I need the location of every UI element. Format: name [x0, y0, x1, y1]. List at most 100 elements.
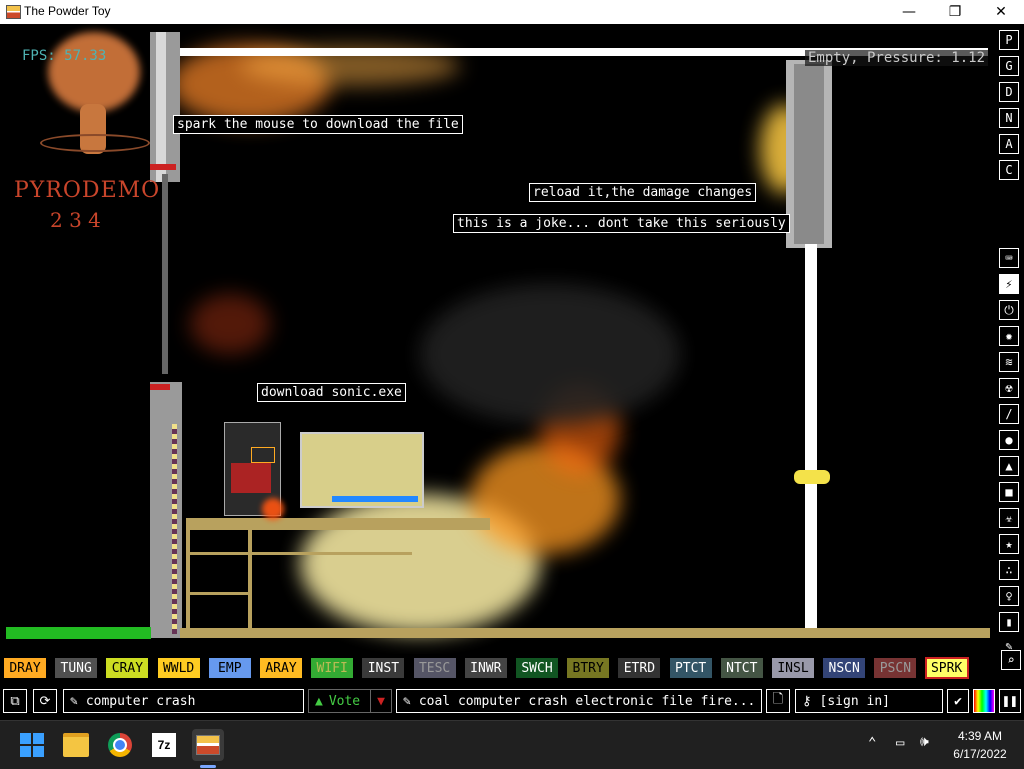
- element-button-etrd[interactable]: ETRD: [617, 657, 662, 679]
- element-button-ntct[interactable]: NTCT: [719, 657, 764, 679]
- right-block-inner: [794, 64, 824, 244]
- striped-wire: [172, 424, 177, 634]
- pause-icon[interactable]: ❚❚: [999, 689, 1021, 713]
- mushroom-ring: [40, 134, 150, 152]
- sign-joke[interactable]: this is a joke... dont take this serious…: [453, 214, 790, 233]
- sign-download-sonic[interactable]: download sonic.exe: [257, 383, 406, 402]
- downvote-icon[interactable]: ▼: [370, 689, 392, 713]
- drawer-line: [190, 592, 248, 595]
- menu-button-c[interactable]: C: [999, 160, 1019, 180]
- clock-date[interactable]: 6/17/2022: [940, 747, 1020, 761]
- clock-time[interactable]: 4:39 AM: [940, 729, 1020, 743]
- 7zip-icon[interactable]: 7z: [148, 729, 180, 761]
- left-lower-wall: [150, 382, 182, 638]
- brush-icon[interactable]: /: [999, 404, 1019, 424]
- tag-icon: ✎: [403, 693, 411, 709]
- 7zip-label: 7z: [152, 733, 176, 757]
- new-file-icon[interactable]: 🗋: [766, 689, 790, 713]
- upvote-icon: ▲: [315, 693, 323, 709]
- green-strip: [6, 627, 151, 639]
- open-save-icon[interactable]: ⧉: [3, 689, 27, 713]
- element-button-ptct[interactable]: PTCT: [668, 657, 713, 679]
- element-button-wifi[interactable]: WIFI: [310, 657, 355, 679]
- nuclear-icon[interactable]: ☢: [999, 378, 1019, 398]
- desk-top: [186, 518, 490, 530]
- yellow-sparks: [794, 470, 830, 484]
- sign-in-label: [sign in]: [819, 693, 890, 709]
- element-button-inwr[interactable]: INWR: [463, 657, 508, 679]
- keyboard-icon[interactable]: ⌨: [999, 248, 1019, 268]
- desk-leg: [248, 530, 252, 630]
- element-button-tung[interactable]: TUNG: [54, 657, 99, 679]
- tags-text: coal computer crash electronic file fire…: [418, 693, 756, 709]
- element-button-wwld[interactable]: WWLD: [156, 657, 201, 679]
- maximize-button[interactable]: ❐: [932, 0, 978, 24]
- network-icon[interactable]: ▭: [896, 735, 904, 751]
- gas-icon[interactable]: ≋: [999, 352, 1019, 372]
- key-icon: ⚷: [802, 693, 812, 709]
- bulb-icon[interactable]: ♀: [999, 586, 1019, 606]
- red-stripe: [150, 164, 176, 170]
- menu-button-p[interactable]: P: [999, 30, 1019, 50]
- chevron-up-icon[interactable]: ⌃: [868, 735, 876, 751]
- menu-button-n[interactable]: N: [999, 108, 1019, 128]
- window-title: The Powder Toy: [24, 4, 111, 18]
- element-button-pscn[interactable]: PSCN: [873, 657, 918, 679]
- radiation-icon[interactable]: ☣: [999, 508, 1019, 528]
- pressure-status: Empty, Pressure: 1.12: [805, 50, 989, 66]
- right-wall: [805, 244, 817, 628]
- solid-icon[interactable]: ■: [999, 482, 1019, 502]
- menu-button-d[interactable]: D: [999, 82, 1019, 102]
- element-button-insl[interactable]: INSL: [771, 657, 815, 679]
- reload-icon[interactable]: ⟳: [33, 689, 57, 713]
- chrome-icon[interactable]: [104, 729, 136, 761]
- drawer-line: [190, 552, 248, 555]
- display-mode-icon[interactable]: [973, 689, 995, 713]
- element-button-nscn[interactable]: NSCN: [822, 657, 867, 679]
- element-button-inst[interactable]: INST: [361, 657, 406, 679]
- close-button[interactable]: ✕: [978, 0, 1024, 24]
- left-wire: [162, 174, 168, 374]
- element-button-cray[interactable]: CRAY: [105, 657, 150, 679]
- minimize-button[interactable]: —: [886, 0, 932, 24]
- drawer-line: [252, 552, 412, 555]
- settings-icon[interactable]: ✔: [947, 689, 969, 713]
- volume-icon[interactable]: 🕪: [920, 734, 929, 750]
- menu-button-g[interactable]: G: [999, 56, 1019, 76]
- plug-icon[interactable]: ⚡: [999, 274, 1019, 294]
- save-name-field[interactable]: ✎ computer crash: [63, 689, 304, 713]
- bookmark-icon[interactable]: ▮: [999, 612, 1019, 632]
- sign-in-button[interactable]: ⚷ [sign in]: [795, 689, 943, 713]
- particles-icon[interactable]: ∴: [999, 560, 1019, 580]
- element-button-btry[interactable]: BTRY: [566, 657, 611, 679]
- liquid-icon[interactable]: ●: [999, 430, 1019, 450]
- fire-glow: [190, 294, 270, 354]
- flame: [262, 498, 284, 520]
- element-button-tesc[interactable]: TESC: [412, 657, 457, 679]
- power-icon[interactable]: ⏻: [999, 300, 1019, 320]
- sign-reload[interactable]: reload it,the damage changes: [529, 183, 757, 202]
- search-icon[interactable]: ⌕: [1001, 650, 1021, 670]
- edit-icon: ✎: [70, 693, 78, 709]
- powder-toy-icon[interactable]: [192, 729, 224, 761]
- element-button-emp[interactable]: EMP: [207, 657, 252, 679]
- powder-icon[interactable]: ▲: [999, 456, 1019, 476]
- red-stripe: [150, 384, 170, 390]
- explosive-icon[interactable]: ✹: [999, 326, 1019, 346]
- element-button-aray[interactable]: ARAY: [259, 657, 303, 679]
- simulation-canvas[interactable]: PYRODEMO 2 3 4 FPS: 57.33 Empty, Pressur…: [0, 24, 998, 654]
- sign-spark-mouse[interactable]: spark the mouse to download the file: [173, 115, 463, 134]
- element-button-swch[interactable]: SWCH: [515, 657, 559, 679]
- windows-start-icon[interactable]: [16, 729, 48, 761]
- fps-counter: FPS: 57.33: [22, 48, 107, 64]
- computer-monitor: [300, 432, 424, 508]
- element-toolbar: ⌕ DRAY TUNG CRAY WWLD EMP ARAY WIFI INST TESC INW…: [0, 650, 1024, 686]
- element-button-dray[interactable]: DRAY: [3, 657, 47, 679]
- star-icon[interactable]: ★: [999, 534, 1019, 554]
- mushroom-cloud-icon: [48, 32, 140, 112]
- tags-field[interactable]: ✎ coal computer crash electronic file fi…: [396, 689, 762, 713]
- element-button-sprk[interactable]: SPRK: [924, 657, 969, 679]
- file-explorer-icon[interactable]: [60, 729, 92, 761]
- logo-number: 2 3 4: [50, 208, 101, 232]
- menu-button-a[interactable]: A: [999, 134, 1019, 154]
